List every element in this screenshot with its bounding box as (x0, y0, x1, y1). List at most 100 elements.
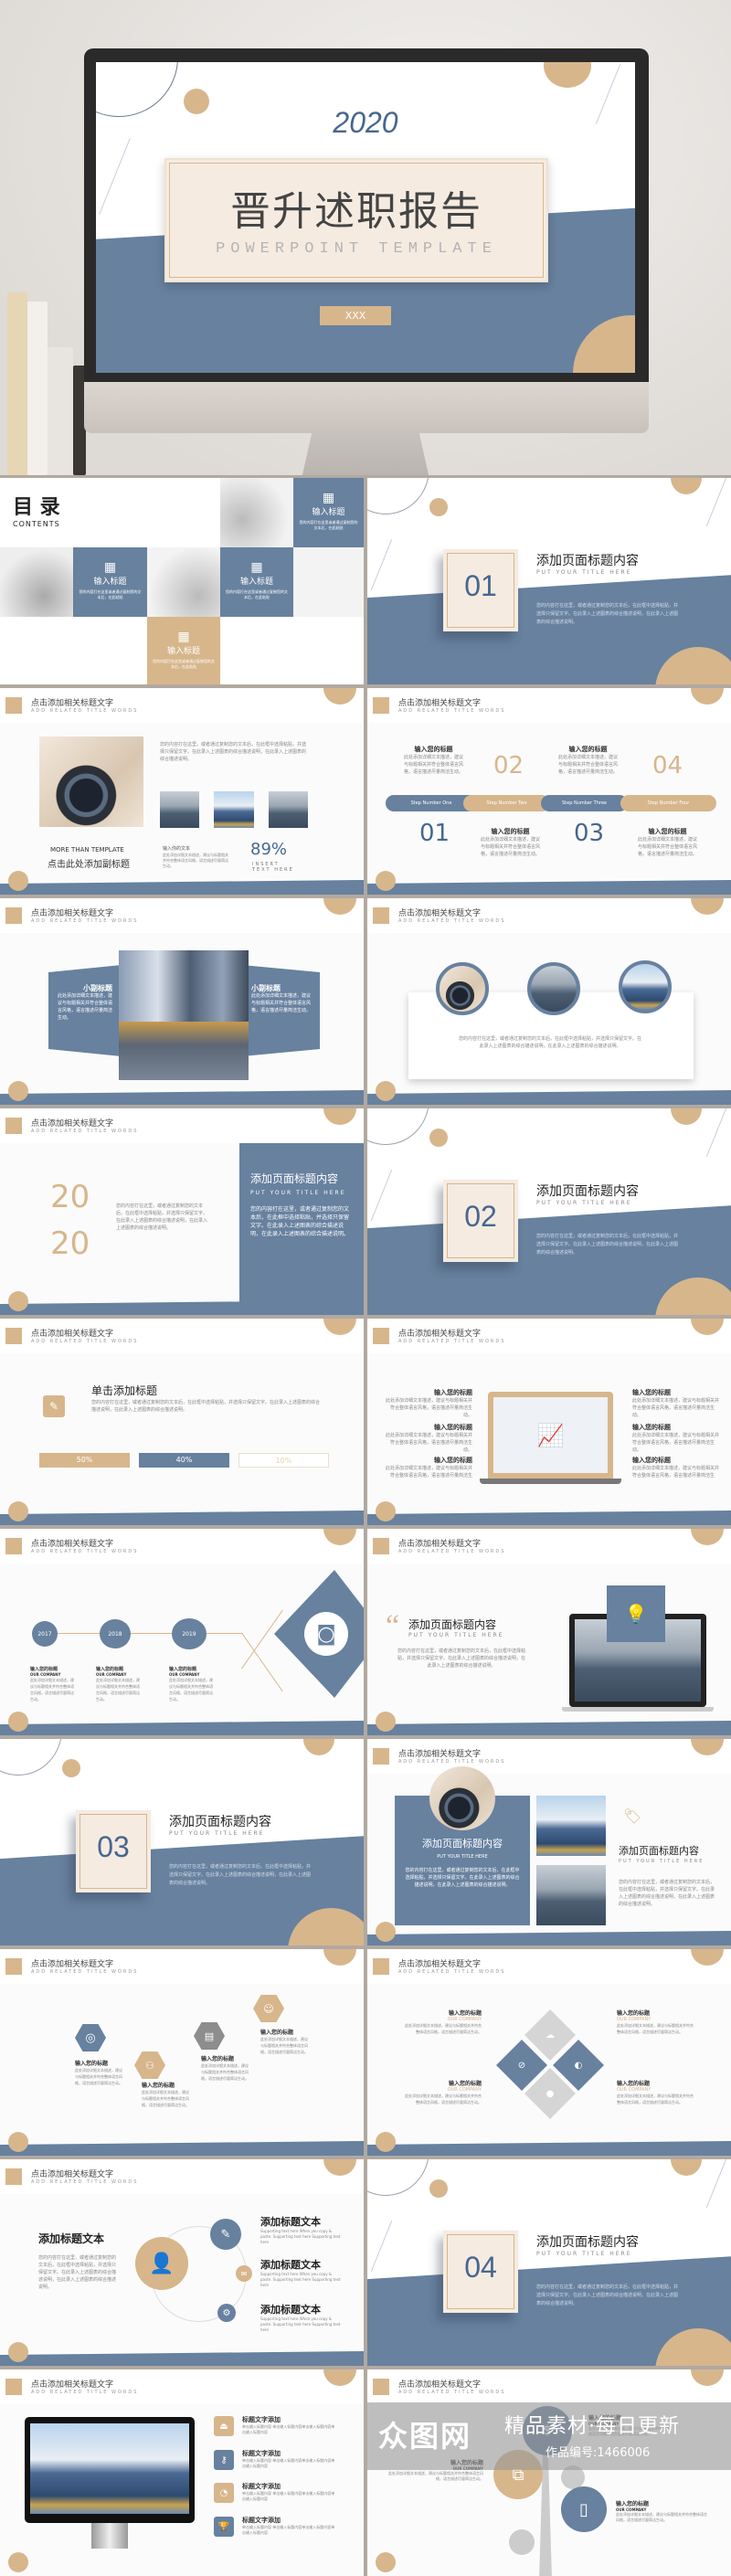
circle-decoration (376, 1712, 396, 1732)
header-square (373, 1748, 389, 1765)
circle-decoration (544, 62, 591, 88)
percent-value: 89% (250, 840, 288, 859)
circle-decoration (376, 871, 396, 891)
item-title: 输入您的标题 (632, 1457, 671, 1464)
slide-diamonds[interactable]: 点击添加相关标题文字 ADD RELATED TITLE WORDS ☁ ⊘ ◐ … (367, 1949, 731, 2156)
slide-section-03[interactable]: 03 添加页面标题内容 PUT YOUR TITLE HERE 您的内容打在这里… (0, 1739, 364, 1945)
hex-item: 输入您的标题 此处添加详细文本描述，建议与标题相关并符合整体语言风格，语言描述尽量… (260, 2028, 311, 2055)
item-desc: 此处添加详细文本描述，建议与标题相关并符合整体语言风格，语言描述尽量简洁生动。 (260, 2037, 308, 2054)
main-title: 添加标题文本 (38, 2232, 105, 2245)
book (27, 302, 48, 475)
contents-item[interactable]: ▦ 输入标题 您的内容打在这里或者通过复制您的文本后，在此粘贴 (220, 547, 293, 617)
header-subtitle: ADD RELATED TITLE WORDS (31, 918, 139, 924)
document-icon: ▤ (194, 2022, 225, 2050)
hero-subtitle: POWERPOINT TEMPLATE (216, 240, 497, 258)
contents-item[interactable]: ▦ 输入标题 您的内容打在这里或者通过复制您的文本后，在此粘贴 (73, 547, 147, 617)
item-label: 输入标题 (312, 508, 345, 517)
step-pill[interactable]: Step Number Four (620, 795, 716, 811)
camera-photo (429, 1766, 495, 1830)
step-pill[interactable]: Step Number Three (541, 795, 628, 811)
slide-steps[interactable]: 点击添加相关标题文字 ADD RELATED TITLE WORDS 输入您的标题… (367, 688, 731, 895)
item-title: 添加标题文本 (260, 2216, 321, 2228)
item-title: 输入您的标题 (434, 1457, 472, 1464)
header-subtitle: ADD RELATED TITLE WORDS (31, 1129, 139, 1134)
slide-section-01[interactable]: 01 添加页面标题内容 PUT YOUR TITLE HERE 您的内容打在这里… (367, 478, 731, 684)
laptop-base (562, 1707, 714, 1712)
item-desc: 此处添加详细文本描述，建议与标题相关并符合整体语言风格，语言描述尽量简洁生动。 (386, 1398, 472, 1418)
slide-tree[interactable]: 点击添加相关标题文字ADD RELATED TITLE WORDS $ ⧉ ▯ … (367, 2369, 731, 2576)
slide-timeline[interactable]: 点击添加相关标题文字 ADD RELATED TITLE WORDS ◙ 2017… (0, 1529, 364, 1735)
item-desc: 此处添加详细文本描述，建议与标题相关并符合整体语言风格，语言描述尽量简洁生动。 (632, 1398, 719, 1418)
item-title: 添加标题文本 (260, 2259, 321, 2271)
bottom-band (367, 1721, 731, 1735)
slide-laptop[interactable]: 点击添加相关标题文字 ADD RELATED TITLE WORDS 📈 输入您的… (367, 1319, 731, 1525)
year-node[interactable]: 2017 (32, 1621, 58, 1647)
slide-orbit[interactable]: 点击添加相关标题文字 ADD RELATED TITLE WORDS 添加标题文本… (0, 2159, 364, 2366)
building-icon: ▦ (250, 560, 263, 575)
section-number: 04 (464, 2251, 497, 2284)
section-subtitle: PUT YOUR TITLE HERE (536, 2251, 632, 2257)
header-subtitle: ADD RELATED TITLE WORDS (31, 1339, 139, 1344)
line-decoration (99, 138, 131, 215)
right-items: 输入您的标题 此处添加详细文本描述，建议与标题相关并符合整体语言风格，语言描述尽量… (632, 1388, 719, 1479)
slide-2020[interactable]: 点击添加相关标题文字 ADD RELATED TITLE WORDS 20 20 … (0, 1108, 364, 1315)
title-box: 晋升述职报告 POWERPOINT TEMPLATE (164, 158, 548, 282)
item-desc: 此处添加详细文本描述，建议与标题相关并符合整体语言风格，语言描述尽量简洁生动。 (388, 2471, 483, 2481)
item-title: 标题文字添加 (242, 2416, 281, 2423)
line-decoration (370, 538, 393, 591)
pen-icon: ✎ (43, 1395, 65, 1417)
team-icon: ⚇ (134, 2051, 165, 2079)
contents-item[interactable]: ▦ 输入标题 您的内容打在这里或者通过复制您的文本后，在此粘贴 (147, 617, 220, 684)
gauge-icon: ◔ (214, 2483, 234, 2503)
step-pill[interactable]: Step Number Two (463, 795, 550, 811)
main-text: 您的内容打在这里，或者通过复制您的文本后，在此框中选择粘贴，并选择只保留文字。在… (38, 2255, 117, 2290)
contents-item[interactable]: ▦ 输入标题 您的内容打在这里或者通过复制您的文本后，在此粘贴 (293, 478, 364, 547)
item-desc: 您的内容打在这里或者通过复制您的文本后，在此粘贴 (153, 659, 215, 669)
panel-subtitle: PUT YOUR TITLE HERE (437, 1854, 488, 1860)
slide-quote[interactable]: 点击添加相关标题文字 ADD RELATED TITLE WORDS “ 添加页面… (367, 1529, 731, 1735)
header-subtitle: ADD RELATED TITLE WORDS (398, 708, 506, 714)
slide-contents[interactable]: 目 录 CONTENTS ▦ 输入标题 您的内容打在这里或者通过复制您的文本后，在此… (0, 478, 364, 684)
year-node[interactable]: 2019 (172, 1618, 207, 1649)
diamond-item: 输入您的标题 OUR COMPANY 此处添加详细文本描述，建议与标题相关并符合整体… (404, 2009, 482, 2035)
bottom-band (0, 1721, 364, 1735)
item-title: 标题文字添加 (242, 2450, 281, 2457)
panel-text: 此处添加详细文本描述，建议与标题相关并符合整体语言风格，语言描述尽量简洁生动。 (58, 993, 113, 1021)
item-desc: 此处添加详细文本描述，建议与标题相关并符合整体语言风格，语言描述尽量简洁生动。 (201, 2063, 249, 2081)
block-title: 添加页面标题内容 (619, 1845, 699, 1857)
slide-photos[interactable]: 点击添加相关标题文字 ADD RELATED TITLE WORDS 您的内容打在… (0, 688, 364, 895)
user-icon: 👤 (135, 2237, 188, 2290)
slide-hexagons[interactable]: 点击添加相关标题文字 ADD RELATED TITLE WORDS ◎ ⚇ ▤ … (0, 1949, 364, 2156)
panel-text: 您的内容打在这里，或者通过复制您的文本后，在此框中选择粘贴，并选择只保留文字。在… (250, 1206, 350, 1237)
line-decoration (705, 478, 728, 527)
author-button[interactable]: XXX (320, 306, 391, 325)
photo-circle (436, 962, 489, 1015)
item-label: 输入标题 (239, 578, 273, 587)
header-square (5, 907, 22, 924)
header-subtitle: ADD RELATED TITLE WORDS (398, 1759, 506, 1765)
step-desc: 此处添加详细文本描述，建议与标题相关并符合整体语言风格，语言描述尽量简洁生动。 (638, 837, 698, 857)
header-title: 点击添加相关标题文字 (398, 1330, 482, 1339)
line-decoration (705, 1108, 728, 1158)
body-text: 您的内容打在这里，或者通过复制您的文本后，在此框中选择粘贴，并选择只保留文字。在… (116, 1203, 208, 1231)
insert-label: INSERT TEXT HERE (252, 862, 294, 873)
header-subtitle: ADD RELATED TITLE WORDS (398, 918, 506, 924)
item-desc: 单击输入标题内容 单击输入标题内容单击输入标题内容单击输入标题内容 (242, 2458, 335, 2468)
city-photo (269, 791, 308, 828)
slide-progress[interactable]: 点击添加相关标题文字 ADD RELATED TITLE WORDS ✎ 单击添加… (0, 1319, 364, 1525)
header-square (5, 697, 22, 714)
slide-section-04[interactable]: 04 添加页面标题内容 PUT YOUR TITLE HERE 您的内容打在这里… (367, 2159, 731, 2366)
slide-building[interactable]: 点击添加相关标题文字 ADD RELATED TITLE WORDS 小副标题 此处… (0, 898, 364, 1105)
header-title: 点击添加相关标题文字 (398, 1960, 482, 1969)
header-title: 点击添加相关标题文字 (31, 2170, 114, 2179)
building-icon: ▦ (322, 491, 335, 505)
section-number-box: 03 (76, 1810, 151, 1892)
slide-monitor-list[interactable]: 点击添加相关标题文字 ADD RELATED TITLE WORDS ⏏ ⚷ ◔ … (0, 2369, 364, 2576)
slide-section-02[interactable]: 02 添加页面标题内容 PUT YOUR TITLE HERE 您的内容打在这里… (367, 1108, 731, 1315)
item-desc: 此处添加详细文本描述，建议与标题相关并符合整体语言风格，语言描述尽量简洁生动。 (632, 1433, 719, 1453)
item-title: 输入您的标题 (30, 1667, 58, 1672)
slide-circles[interactable]: 点击添加相关标题文字 ADD RELATED TITLE WORDS 您的内容打在… (367, 898, 731, 1105)
slide-photo-blocks[interactable]: 点击添加相关标题文字 ADD RELATED TITLE WORDS 添加页面标题… (367, 1739, 731, 1945)
header-square (373, 1328, 389, 1344)
year-node[interactable]: 2018 (100, 1619, 131, 1648)
